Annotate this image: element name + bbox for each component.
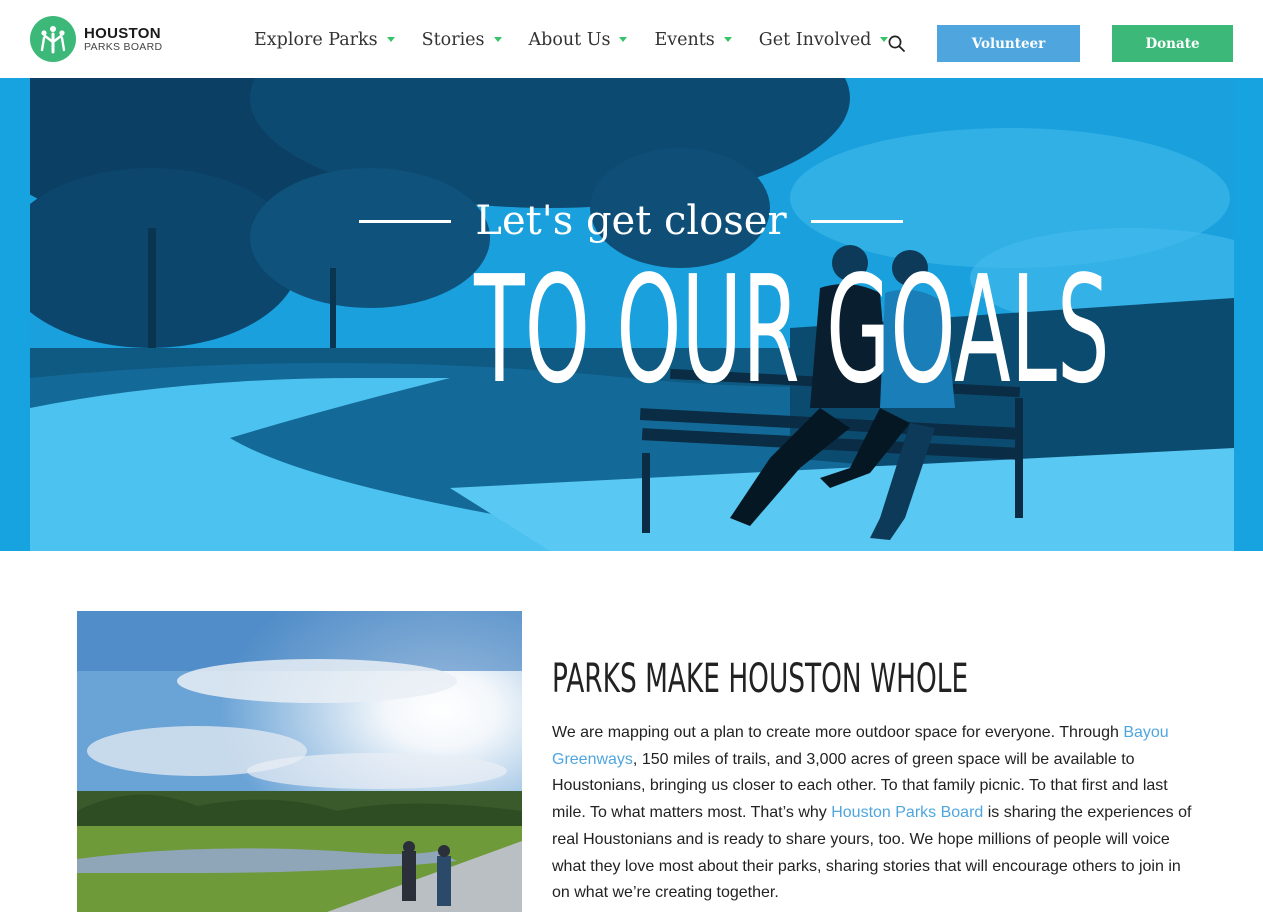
main-nav: Explore Parks Stories About Us Events Ge… bbox=[254, 30, 915, 50]
nav-label: Events bbox=[654, 30, 715, 50]
nav-events[interactable]: Events bbox=[654, 30, 732, 50]
nav-label: Explore Parks bbox=[254, 30, 378, 50]
nav-label: About Us bbox=[528, 30, 611, 50]
logo-subtitle: PARKS BOARD bbox=[84, 40, 163, 53]
search-icon[interactable] bbox=[887, 34, 907, 54]
nav-label: Stories bbox=[421, 30, 485, 50]
chevron-down-icon bbox=[723, 36, 732, 42]
nav-stories[interactable]: Stories bbox=[422, 30, 502, 50]
donate-button[interactable]: Donate bbox=[1112, 25, 1233, 62]
intro-text-1: We are mapping out a plan to create more… bbox=[552, 724, 1124, 741]
trail-walkers-photo bbox=[77, 611, 522, 912]
volunteer-button[interactable]: Volunteer bbox=[937, 25, 1080, 62]
nav-explore-parks[interactable]: Explore Parks bbox=[254, 30, 395, 50]
logo-title: HOUSTON bbox=[84, 24, 161, 42]
logo[interactable]: HOUSTON PARKS BOARD bbox=[30, 16, 162, 62]
nav-get-involved[interactable]: Get Involved bbox=[759, 30, 889, 50]
tree-people-icon bbox=[30, 16, 76, 62]
nav-label: Get Involved bbox=[758, 30, 872, 50]
chevron-down-icon bbox=[386, 36, 395, 42]
site-header: HOUSTON PARKS BOARD Explore Parks Storie… bbox=[0, 0, 1263, 78]
hero-title: TO OUR GOALS bbox=[474, 244, 1110, 416]
section-title: PARKS MAKE HOUSTON WHOLE bbox=[552, 656, 969, 702]
chevron-down-icon bbox=[493, 36, 502, 42]
hero-kicker: Let's get closer bbox=[352, 196, 910, 246]
chevron-down-icon bbox=[619, 36, 628, 42]
kicker-rule-left bbox=[359, 219, 452, 223]
hero-banner: Let's get closer TO OUR GOALS bbox=[0, 78, 1263, 551]
kicker-rule-right bbox=[810, 219, 903, 223]
nav-about-us[interactable]: About Us bbox=[529, 30, 628, 50]
hero-kicker-text: Let's get closer bbox=[475, 198, 787, 244]
houston-parks-board-link[interactable]: Houston Parks Board bbox=[831, 804, 983, 821]
intro-paragraph: We are mapping out a plan to create more… bbox=[552, 720, 1192, 907]
